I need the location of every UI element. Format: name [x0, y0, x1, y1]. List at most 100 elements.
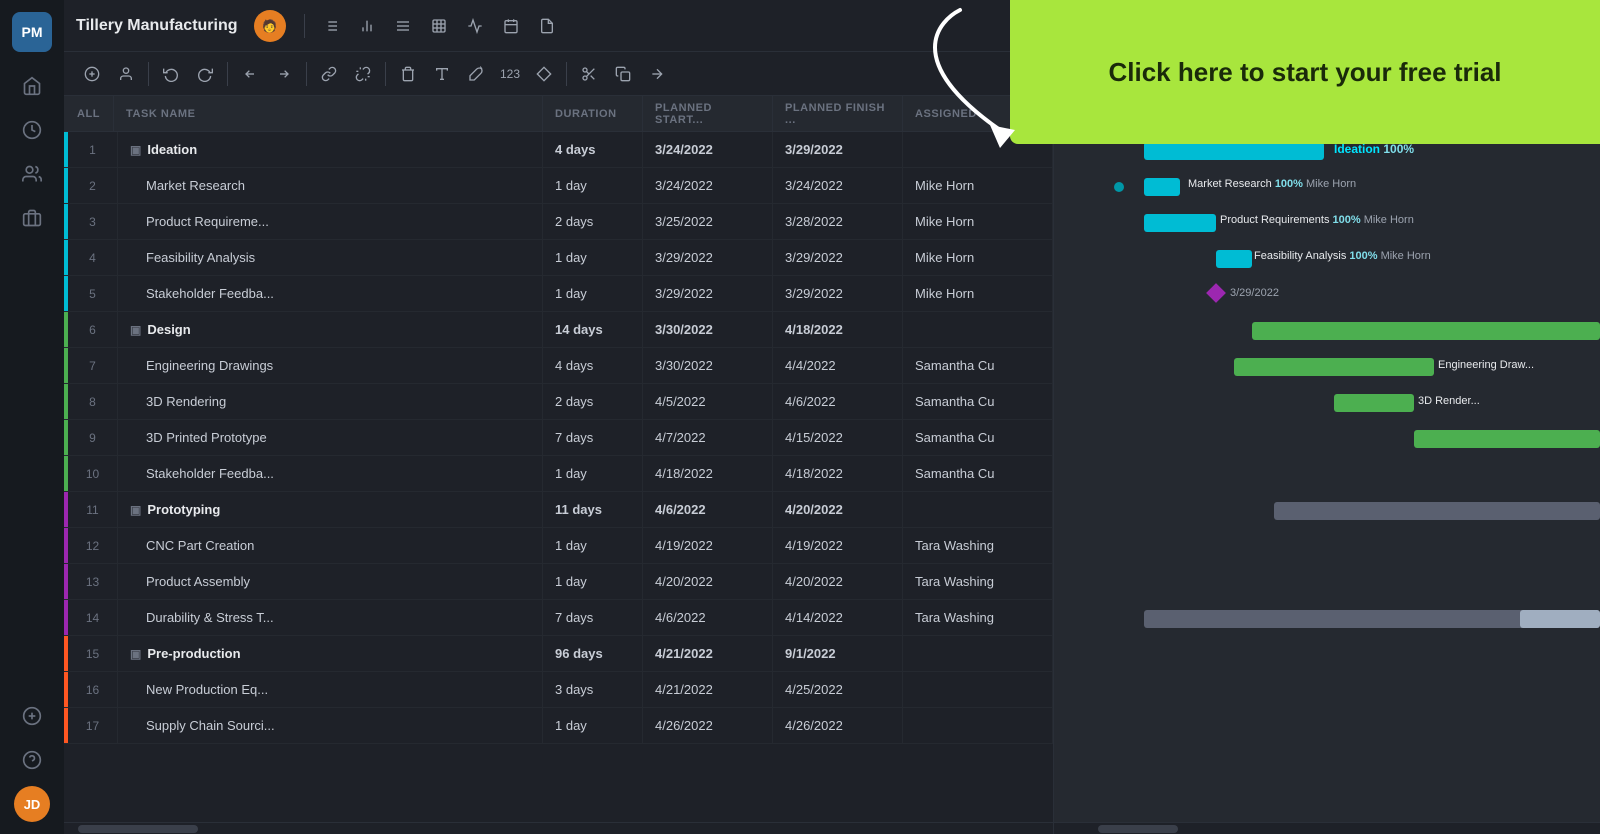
add-task-btn[interactable] [76, 58, 108, 90]
gantt-bar-feasibility [1216, 250, 1252, 268]
row-number: 8 [68, 384, 118, 419]
gantt-bar-product-req [1144, 214, 1216, 232]
arrow-btn[interactable] [641, 58, 673, 90]
gantt-row [1054, 421, 1600, 457]
row-start: 4/21/2022 [643, 672, 773, 707]
sep5 [566, 62, 567, 86]
gantt-horizontal-scrollbar[interactable] [1054, 822, 1600, 834]
table-row[interactable]: 7 Engineering Drawings 4 days 3/30/2022 … [64, 348, 1053, 384]
doc-view-btn[interactable] [531, 10, 563, 42]
row-start: 4/18/2022 [643, 456, 773, 491]
row-start: 4/6/2022 [643, 600, 773, 635]
sidebar-item-projects[interactable] [14, 200, 50, 236]
gantt-bar-design [1252, 322, 1600, 340]
gantt-bar-ideation [1144, 142, 1324, 160]
row-number: 13 [68, 564, 118, 599]
table-row[interactable]: 5 Stakeholder Feedba... 1 day 3/29/2022 … [64, 276, 1053, 312]
table-row[interactable]: 11 ▣Prototyping 11 days 4/6/2022 4/20/20… [64, 492, 1053, 528]
text-btn[interactable] [426, 58, 458, 90]
diamond-btn[interactable] [528, 58, 560, 90]
row-finish: 3/24/2022 [773, 168, 903, 203]
row-number: 10 [68, 456, 118, 491]
table-view-btn[interactable] [423, 10, 455, 42]
unlink-btn[interactable] [347, 58, 379, 90]
user-avatar[interactable]: JD [14, 786, 50, 822]
number-btn[interactable]: 123 [494, 58, 526, 90]
row-assigned: Mike Horn [903, 276, 1053, 311]
project-avatar[interactable]: 🧑 [254, 10, 286, 42]
row-start: 4/21/2022 [643, 636, 773, 671]
gantt-row: Feasibility Analysis 100% Mike Horn [1054, 241, 1600, 277]
scissors-btn[interactable] [573, 58, 605, 90]
table-row[interactable]: 14 Durability & Stress T... 7 days 4/6/2… [64, 600, 1053, 636]
row-assigned [903, 492, 1053, 527]
horizontal-scrollbar[interactable] [64, 822, 1053, 834]
align-view-btn[interactable] [387, 10, 419, 42]
table-row[interactable]: 8 3D Rendering 2 days 4/5/2022 4/6/2022 … [64, 384, 1053, 420]
list-view-btn[interactable] [315, 10, 347, 42]
table-row[interactable]: 13 Product Assembly 1 day 4/20/2022 4/20… [64, 564, 1053, 600]
free-trial-banner[interactable]: Click here to start your free trial [1010, 0, 1600, 144]
sidebar-item-recent[interactable] [14, 112, 50, 148]
row-task-name: 3D Rendering [118, 384, 543, 419]
gantt-row [1054, 493, 1600, 529]
row-duration: 7 days [543, 600, 643, 635]
row-start: 4/5/2022 [643, 384, 773, 419]
table-row[interactable]: 2 Market Research 1 day 3/24/2022 3/24/2… [64, 168, 1053, 204]
sidebar-item-help[interactable] [14, 742, 50, 778]
indent-right-btn[interactable] [268, 58, 300, 90]
row-finish: 4/26/2022 [773, 708, 903, 743]
row-number: 16 [68, 672, 118, 707]
row-number: 1 [68, 132, 118, 167]
table-row[interactable]: 16 New Production Eq... 3 days 4/21/2022… [64, 672, 1053, 708]
row-task-name: ▣Prototyping [118, 492, 543, 527]
undo-btn[interactable] [155, 58, 187, 90]
col-all: ALL [64, 96, 114, 131]
table-row[interactable]: 10 Stakeholder Feedba... 1 day 4/18/2022… [64, 456, 1053, 492]
row-start: 4/7/2022 [643, 420, 773, 455]
gantt-bar-prototyping [1274, 502, 1600, 520]
row-task-name: Durability & Stress T... [118, 600, 543, 635]
table-row[interactable]: 3 Product Requireme... 2 days 3/25/2022 … [64, 204, 1053, 240]
gantt-row: Product Requirements 100% Mike Horn [1054, 205, 1600, 241]
link-btn[interactable] [313, 58, 345, 90]
table-row[interactable]: 9 3D Printed Prototype 7 days 4/7/2022 4… [64, 420, 1053, 456]
redo-btn[interactable] [189, 58, 221, 90]
sidebar-item-people[interactable] [14, 156, 50, 192]
row-assigned [903, 312, 1053, 347]
row-task-name: Feasibility Analysis [118, 240, 543, 275]
row-number: 2 [68, 168, 118, 203]
row-assigned: Samantha Cu [903, 456, 1053, 491]
table-row[interactable]: 17 Supply Chain Sourci... 1 day 4/26/202… [64, 708, 1053, 744]
delete-btn[interactable] [392, 58, 424, 90]
gantt-scroll-thumb[interactable] [1098, 825, 1178, 833]
row-finish: 4/14/2022 [773, 600, 903, 635]
table-row[interactable]: 6 ▣Design 14 days 3/30/2022 4/18/2022 [64, 312, 1053, 348]
gantt-row: 3D Render... [1054, 385, 1600, 421]
calendar-view-btn[interactable] [495, 10, 527, 42]
table-row[interactable]: 12 CNC Part Creation 1 day 4/19/2022 4/1… [64, 528, 1053, 564]
sidebar-item-home[interactable] [14, 68, 50, 104]
row-number: 4 [68, 240, 118, 275]
project-title: Tillery Manufacturing [76, 17, 238, 35]
paint-btn[interactable] [460, 58, 492, 90]
gantt-body: Ideation 100% Market Research 100% Mike … [1054, 133, 1600, 822]
row-duration: 14 days [543, 312, 643, 347]
table-row[interactable]: 15 ▣Pre-production 96 days 4/21/2022 9/1… [64, 636, 1053, 672]
chart-view-btn[interactable] [351, 10, 383, 42]
scroll-thumb[interactable] [78, 825, 198, 833]
table-row[interactable]: 4 Feasibility Analysis 1 day 3/29/2022 3… [64, 240, 1053, 276]
row-finish: 4/19/2022 [773, 528, 903, 563]
gantt-bar-3d-proto [1414, 430, 1600, 448]
row-number: 11 [68, 492, 118, 527]
indent-left-btn[interactable] [234, 58, 266, 90]
pulse-view-btn[interactable] [459, 10, 491, 42]
app-logo[interactable]: PM [12, 12, 52, 52]
add-person-btn[interactable] [110, 58, 142, 90]
row-assigned: Mike Horn [903, 168, 1053, 203]
copy-btn[interactable] [607, 58, 639, 90]
sidebar-item-add[interactable] [14, 698, 50, 734]
row-finish: 4/20/2022 [773, 564, 903, 599]
row-start: 3/24/2022 [643, 168, 773, 203]
row-duration: 1 day [543, 708, 643, 743]
